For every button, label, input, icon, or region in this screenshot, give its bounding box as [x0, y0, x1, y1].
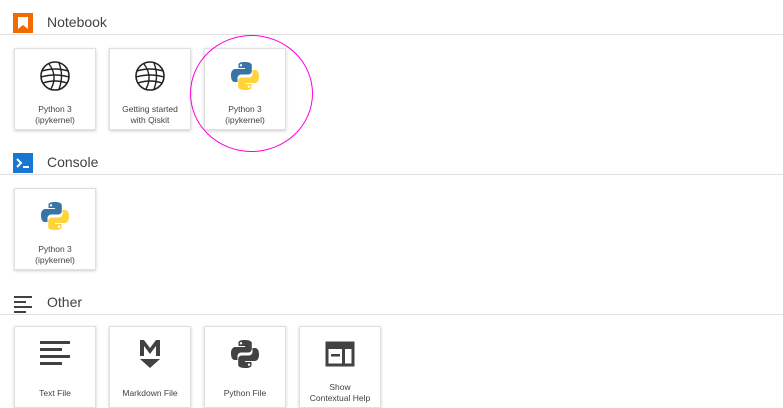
- card-label-line2: with Qiskit: [130, 115, 170, 125]
- card-label-line1: Show: [329, 382, 351, 392]
- python-logo-icon: [41, 202, 69, 230]
- card-label-line1: Python 3: [38, 104, 72, 114]
- card-label-line1: Python 3: [228, 104, 262, 114]
- qiskit-sphere-icon: [40, 61, 70, 91]
- card-label-line1: Python File: [223, 388, 267, 398]
- python-logo-icon: [231, 62, 259, 90]
- launcher-card-getting-started-qiskit[interactable]: Getting started with Qiskit: [109, 48, 191, 130]
- launcher-card-notebook-python3-qiskit[interactable]: Python 3 (ipykernel): [14, 48, 96, 130]
- console-section-header: Console: [0, 148, 783, 175]
- launcher-card-text-file[interactable]: Text File: [14, 326, 96, 408]
- card-label-line2: Contextual Help: [309, 393, 371, 403]
- card-label-line1: Text File: [39, 388, 71, 398]
- card-label-line2: (ipykernel): [225, 115, 265, 125]
- text-file-icon: [40, 341, 70, 365]
- launcher-card-show-contextual-help[interactable]: Show Contextual Help: [299, 326, 381, 408]
- launcher-card-python-file[interactable]: Python File: [204, 326, 286, 408]
- card-label-line1: Getting started: [122, 104, 178, 114]
- console-section-title: Console: [47, 154, 99, 170]
- text-lines-icon: [14, 296, 32, 313]
- launcher-card-notebook-python3-ipykernel[interactable]: Python 3 (ipykernel): [204, 48, 286, 130]
- launcher-card-markdown-file[interactable]: Markdown File: [109, 326, 191, 408]
- notebook-bookmark-icon: [13, 13, 33, 33]
- other-section-title: Other: [47, 294, 83, 310]
- markdown-icon: [140, 340, 160, 368]
- notebook-section-header: Notebook: [0, 8, 783, 35]
- notebook-section-title: Notebook: [47, 14, 107, 30]
- card-label-line2: (ipykernel): [35, 115, 75, 125]
- launcher-card-console-python3-ipykernel[interactable]: Python 3 (ipykernel): [14, 188, 96, 270]
- console-prompt-icon: [13, 153, 33, 173]
- card-label-line1: Markdown File: [122, 388, 178, 398]
- card-label-line2: (ipykernel): [35, 255, 75, 265]
- python-mono-icon: [231, 340, 259, 368]
- contextual-help-icon: [325, 341, 355, 367]
- card-label-line1: Python 3: [38, 244, 72, 254]
- qiskit-sphere-icon: [135, 61, 165, 91]
- other-section-header: Other: [0, 288, 783, 315]
